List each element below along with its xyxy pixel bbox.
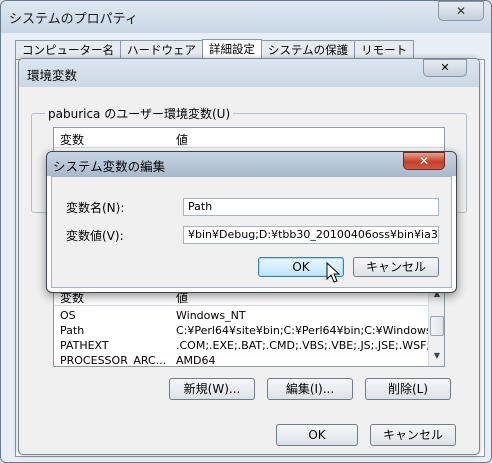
user-column-value[interactable]: 値 bbox=[176, 131, 188, 148]
row-variable: OS bbox=[60, 309, 76, 322]
tab-computer-name[interactable]: コンピューター名 bbox=[15, 40, 121, 60]
edit-cancel-button[interactable]: キャンセル bbox=[353, 257, 439, 277]
variable-name-input[interactable]: Path bbox=[183, 198, 439, 216]
scroll-thumb[interactable] bbox=[430, 316, 444, 336]
variable-value-label: 変数値(V): bbox=[66, 229, 124, 243]
environment-variables-titlebar[interactable]: 環境変数 bbox=[19, 59, 479, 87]
row-value: .COM;.EXE;.BAT;.CMD;.VBS;.VBE;.JS;.JSE;.… bbox=[176, 339, 441, 352]
variable-value-input[interactable]: ¥bin¥Debug;D:¥tbb30_20100406oss¥bin¥ia32… bbox=[183, 226, 439, 244]
table-row[interactable]: PATHEXT .COM;.EXE;.BAT;.CMD;.VBS;.VBE;.JS… bbox=[54, 338, 441, 353]
tab-remote[interactable]: リモート bbox=[354, 40, 415, 60]
system-properties-title: システムのプロパティ bbox=[9, 12, 138, 27]
user-variables-header: 変数 値 bbox=[54, 128, 444, 148]
system-variables-rows: OS Windows_NT Path C:¥Perl64¥site¥bin;C:¥P… bbox=[54, 308, 444, 367]
environment-variables-close-button[interactable]: ✕ bbox=[423, 59, 467, 77]
user-variables-group-label: paburica のユーザー環境変数(U) bbox=[45, 105, 234, 122]
scroll-down-icon[interactable]: ▼ bbox=[429, 348, 444, 364]
tab-system-protection[interactable]: システムの保護 bbox=[261, 40, 356, 60]
table-row[interactable]: Path C:¥Perl64¥site¥bin;C:¥Perl64¥bin;C:¥… bbox=[54, 323, 444, 338]
edit-dialog-body: 変数名(N): Path 変数値(V): ¥bin¥Debug;D:¥tbb30… bbox=[51, 176, 452, 288]
edit-dialog-titlebar[interactable]: システム変数の編集 bbox=[47, 152, 456, 176]
system-properties-close-button[interactable]: ✕ bbox=[438, 1, 484, 21]
env-cancel-button[interactable]: キャンセル bbox=[370, 424, 456, 446]
system-properties-titlebar[interactable]: システムのプロパティ bbox=[1, 1, 491, 33]
close-icon: ✕ bbox=[440, 61, 450, 74]
edit-variable-button[interactable]: 編集(I)... bbox=[267, 378, 353, 400]
table-row[interactable]: PROCESSOR_ARC... AMD64 bbox=[54, 353, 428, 367]
mouse-pointer-icon bbox=[326, 262, 340, 283]
row-variable: PATHEXT bbox=[60, 339, 109, 352]
row-variable: Path bbox=[60, 324, 85, 337]
env-ok-button[interactable]: OK bbox=[276, 424, 358, 446]
row-variable: PROCESSOR_ARC... bbox=[60, 354, 167, 367]
row-value: Windows_NT bbox=[176, 309, 246, 322]
new-variable-button[interactable]: 新規(W)... bbox=[169, 378, 255, 400]
edit-dialog-title: システム変数の編集 bbox=[53, 159, 166, 174]
table-row[interactable]: OS Windows_NT bbox=[54, 308, 428, 323]
edit-dialog-close-button[interactable]: ✕ bbox=[403, 152, 445, 170]
row-value: C:¥Perl64¥site¥bin;C:¥Perl64¥bin;C:¥Wind… bbox=[176, 324, 445, 337]
edit-system-variable-dialog: システム変数の編集 ✕ 変数名(N): Path 変数値(V): ¥bin¥De… bbox=[46, 151, 457, 293]
close-icon: ✕ bbox=[418, 154, 430, 168]
system-properties-tabs: コンピューター名 ハードウェア 詳細設定 システムの保護 リモート bbox=[15, 39, 415, 61]
system-variables-scrollbar[interactable]: ▲ ▼ bbox=[428, 286, 444, 366]
delete-variable-button[interactable]: 削除(L) bbox=[365, 378, 451, 400]
row-value: AMD64 bbox=[176, 354, 216, 367]
system-variables-list[interactable]: 変数 値 OS Windows_NT Path C:¥Perl64¥site¥bin… bbox=[53, 285, 445, 367]
user-column-variable[interactable]: 変数 bbox=[60, 131, 84, 148]
variable-name-label: 変数名(N): bbox=[66, 201, 125, 215]
close-icon: ✕ bbox=[455, 4, 467, 18]
tab-hardware[interactable]: ハードウェア bbox=[120, 40, 203, 60]
environment-variables-title: 環境変数 bbox=[27, 68, 78, 83]
